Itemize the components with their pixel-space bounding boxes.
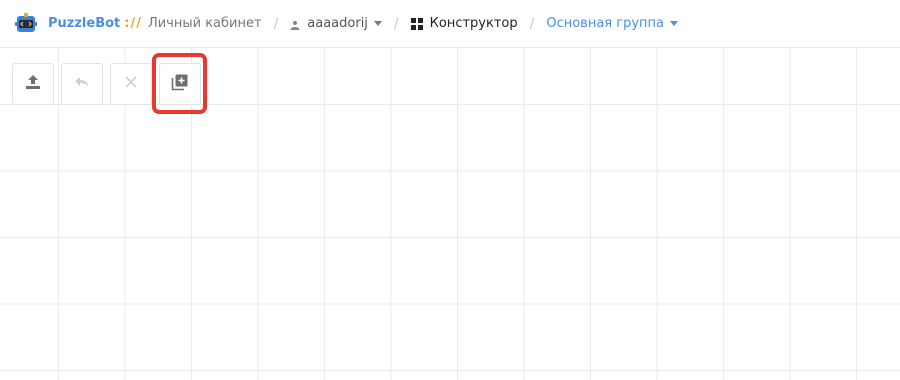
group-label: Основная группа bbox=[546, 16, 664, 31]
highlight-frame bbox=[152, 53, 207, 114]
undo-icon bbox=[73, 73, 91, 95]
brand-name[interactable]: PuzzleBot bbox=[48, 16, 120, 31]
undo-button[interactable] bbox=[61, 63, 103, 105]
close-icon bbox=[123, 74, 139, 94]
brand-separator: :// bbox=[124, 16, 142, 31]
breadcrumb-divider: / bbox=[393, 15, 399, 32]
breadcrumb-divider: / bbox=[273, 15, 279, 32]
puzzlebot-logo-icon[interactable] bbox=[14, 12, 38, 36]
breadcrumb-divider: / bbox=[529, 15, 535, 32]
upload-icon bbox=[24, 73, 42, 95]
upload-button[interactable] bbox=[12, 63, 54, 105]
account-name: aaaadorij bbox=[307, 16, 368, 31]
delete-button[interactable] bbox=[110, 63, 152, 105]
breadcrumb-builder[interactable]: Конструктор bbox=[410, 16, 518, 31]
builder-label: Конструктор bbox=[429, 16, 518, 31]
grid-icon bbox=[410, 17, 423, 30]
top-navigation-bar: PuzzleBot :// Личный кабинет / aaaadorij… bbox=[0, 0, 900, 48]
group-dropdown[interactable]: Основная группа bbox=[546, 16, 678, 31]
breadcrumb-cabinet[interactable]: Личный кабинет bbox=[148, 16, 262, 31]
chevron-down-icon bbox=[373, 21, 382, 26]
chevron-down-icon bbox=[670, 21, 678, 26]
account-avatar-icon bbox=[290, 19, 300, 30]
account-dropdown[interactable]: aaaadorij bbox=[290, 16, 382, 31]
